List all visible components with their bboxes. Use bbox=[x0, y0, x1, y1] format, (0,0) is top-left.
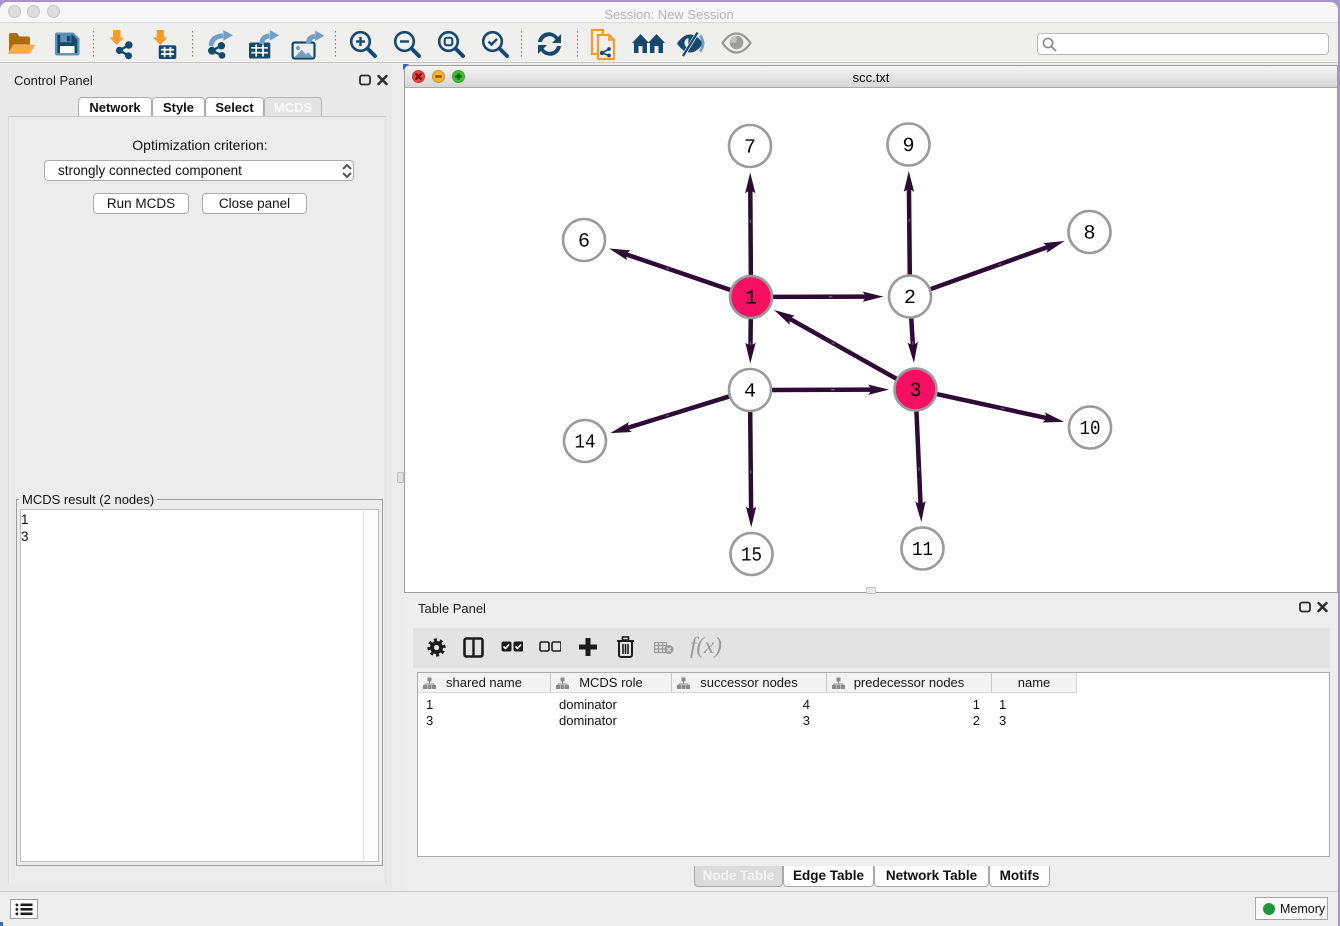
svg-text:9: 9 bbox=[902, 135, 914, 158]
svg-text:3: 3 bbox=[909, 380, 921, 403]
svg-text:11: 11 bbox=[912, 539, 933, 562]
svg-text:6: 6 bbox=[578, 231, 590, 254]
svg-text:2: 2 bbox=[904, 287, 916, 310]
svg-text:14: 14 bbox=[575, 432, 596, 455]
svg-text:7: 7 bbox=[744, 137, 756, 160]
svg-text:4: 4 bbox=[744, 381, 756, 404]
svg-text:1: 1 bbox=[745, 288, 757, 311]
svg-text:8: 8 bbox=[1083, 223, 1095, 246]
svg-text:15: 15 bbox=[741, 545, 762, 568]
svg-text:10: 10 bbox=[1080, 418, 1101, 441]
